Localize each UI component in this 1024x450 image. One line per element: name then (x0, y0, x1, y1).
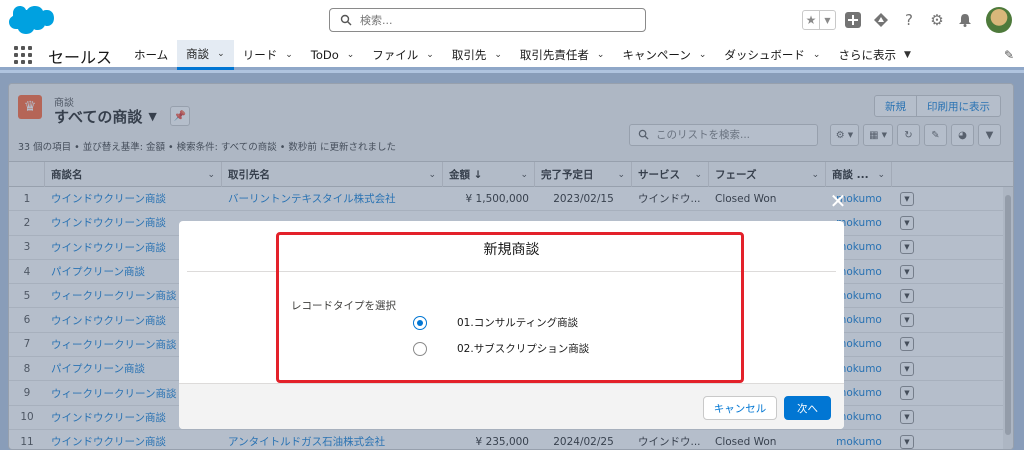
edit-nav-pencil-icon[interactable]: ✎ (1004, 48, 1014, 62)
nav-tab-opportunities[interactable]: 商談 ⌄ (177, 40, 234, 70)
global-header: ★ ▼ ? ⚙ (0, 0, 1024, 40)
favorites-dropdown-icon[interactable]: ▼ (819, 11, 835, 29)
close-icon[interactable]: ✕ (826, 189, 850, 213)
nav-tab-more[interactable]: さらに表示 ▼ (829, 40, 919, 70)
chevron-down-icon[interactable]: ⌄ (217, 49, 225, 59)
app-navigation: セールス ホーム 商談 ⌄ リード ⌄ ToDo ⌄ ファイル ⌄ 取引先 ⌄ 取引先責任… (0, 40, 1024, 70)
nav-tab-files[interactable]: ファイル ⌄ (363, 40, 443, 70)
caret-down-icon[interactable]: ▼ (904, 50, 911, 60)
favorites-star-icon[interactable]: ★ (803, 11, 819, 29)
favorites-group[interactable]: ★ ▼ (802, 10, 836, 30)
add-icon[interactable] (842, 9, 864, 31)
help-icon[interactable]: ? (898, 9, 920, 31)
avatar[interactable] (986, 7, 1012, 33)
nav-tabs: ホーム 商談 ⌄ リード ⌄ ToDo ⌄ ファイル ⌄ 取引先 ⌄ 取引先責任者 ⌄ キャ… (125, 40, 920, 70)
chevron-down-icon[interactable]: ⌄ (285, 50, 293, 60)
nav-tab-leads[interactable]: リード ⌄ (234, 40, 302, 70)
global-search-input[interactable] (329, 8, 646, 32)
nav-tab-dashboards[interactable]: ダッシュボード ⌄ (715, 40, 829, 70)
app-launcher-icon[interactable] (14, 46, 32, 64)
header-utilities: ★ ▼ ? ⚙ (802, 7, 1012, 33)
chevron-down-icon[interactable]: ⌄ (699, 50, 707, 60)
nav-tab-campaigns[interactable]: キャンペーン ⌄ (613, 40, 715, 70)
chevron-down-icon[interactable]: ⌄ (494, 50, 502, 60)
nav-tab-contacts[interactable]: 取引先責任者 ⌄ (511, 40, 614, 70)
setup-gear-icon[interactable]: ⚙ (926, 9, 948, 31)
notifications-bell-icon[interactable] (954, 9, 976, 31)
nav-tab-accounts[interactable]: 取引先 ⌄ (443, 40, 511, 70)
search-icon (340, 14, 352, 26)
next-button[interactable]: 次へ (784, 396, 831, 420)
app-name: セールス (48, 48, 113, 67)
chevron-down-icon[interactable]: ⌄ (426, 50, 434, 60)
annotation-highlight-box (276, 232, 744, 383)
nav-tab-todo[interactable]: ToDo ⌄ (302, 40, 364, 70)
modal-footer: キャンセル 次へ (179, 383, 844, 429)
cancel-button[interactable]: キャンセル (703, 396, 777, 420)
nav-tab-home[interactable]: ホーム (125, 40, 177, 70)
trailhead-icon[interactable] (870, 9, 892, 31)
chevron-down-icon[interactable]: ⌄ (597, 50, 605, 60)
chevron-down-icon[interactable]: ⌄ (813, 50, 821, 60)
chevron-down-icon[interactable]: ⌄ (347, 50, 355, 60)
global-search-field[interactable] (358, 12, 628, 28)
salesforce-logo[interactable] (8, 4, 54, 36)
